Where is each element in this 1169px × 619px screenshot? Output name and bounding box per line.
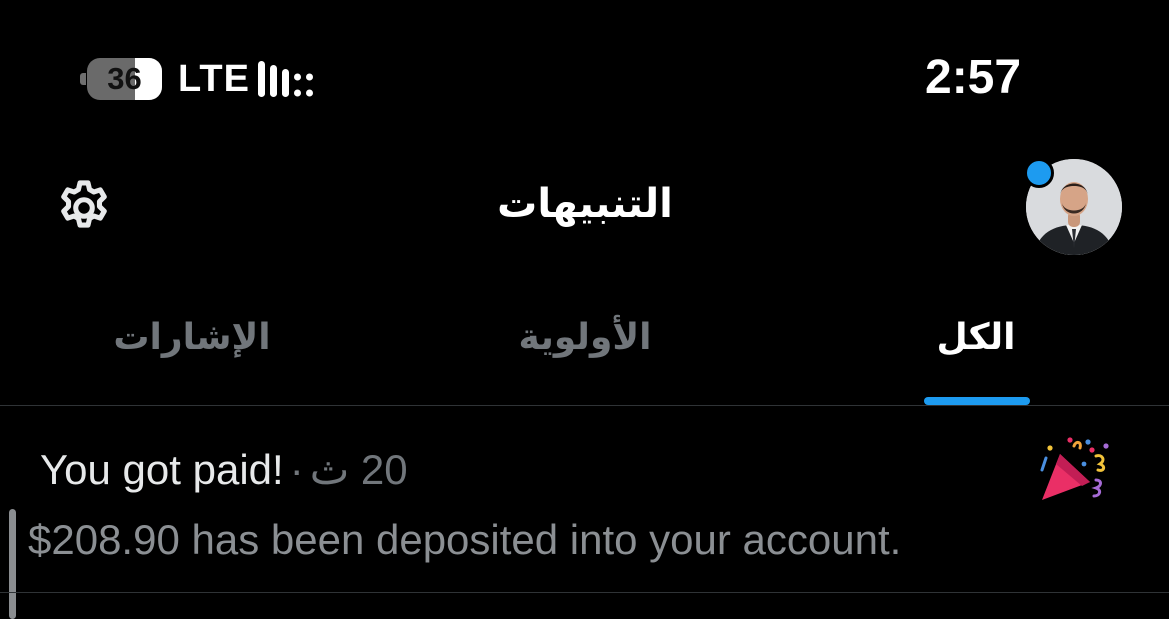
divider [0, 592, 1169, 593]
notification-title: You got paid! [40, 446, 284, 493]
battery-nub [80, 73, 86, 85]
tab-mentions[interactable]: الإشارات [42, 312, 342, 364]
divider [0, 405, 1169, 406]
status-time: 2:57 [925, 51, 1022, 104]
party-popper-icon [1040, 437, 1109, 500]
unread-dot [1024, 158, 1054, 188]
notification-heading: You got paid! · 20 ث [40, 444, 408, 496]
battery-level: 36 [107, 61, 142, 96]
notification-body: $208.90 has been deposited into your acc… [28, 516, 902, 563]
battery-indicator: 36 [80, 56, 164, 102]
battery-body: 36 [87, 58, 162, 100]
tab-all[interactable]: الكل [826, 312, 1126, 364]
notification-time: 20 ث [309, 446, 408, 493]
page-title: التنبيهات [497, 181, 673, 227]
notifications-screen: 36 LTE 2:57 التنبيهات الكل الأولوية الإش… [0, 0, 1169, 619]
scrollbar[interactable] [9, 509, 16, 619]
cellular-signal-icon [258, 61, 313, 97]
network-type: LTE [178, 58, 250, 100]
notification-separator: · [289, 446, 304, 493]
tab-priority[interactable]: الأولوية [435, 312, 735, 364]
gear-icon[interactable] [52, 176, 116, 240]
active-tab-indicator [924, 397, 1030, 405]
